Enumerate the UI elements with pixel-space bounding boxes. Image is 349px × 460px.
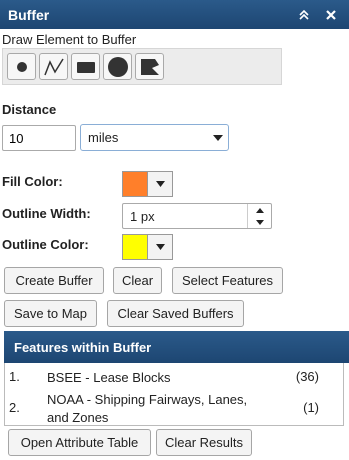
circle-tool[interactable]: [103, 53, 132, 80]
spin-up-icon[interactable]: [248, 204, 271, 216]
fill-color-picker[interactable]: [122, 171, 173, 197]
point-tool[interactable]: [7, 53, 36, 80]
close-icon[interactable]: [322, 6, 340, 24]
distance-label: Distance: [2, 102, 57, 117]
list-item-name: BSEE - Lease Blocks: [47, 370, 171, 385]
create-buffer-button[interactable]: Create Buffer: [4, 267, 104, 294]
outline-width-label: Outline Width:: [2, 206, 91, 221]
panel-title: Buffer: [8, 6, 50, 23]
clear-saved-buffers-button[interactable]: Clear Saved Buffers: [107, 300, 244, 327]
panel-header: Buffer: [0, 0, 349, 29]
chevron-down-icon: [148, 234, 173, 260]
units-select[interactable]: miles: [80, 124, 229, 151]
polyline-tool[interactable]: [39, 53, 68, 80]
rectangle-icon: [76, 61, 95, 73]
outline-color-picker[interactable]: [122, 234, 173, 260]
polygon-tool[interactable]: [135, 53, 164, 80]
clear-button[interactable]: Clear: [113, 267, 162, 294]
rectangle-tool[interactable]: [71, 53, 100, 80]
dropdown-arrow-icon: [208, 134, 228, 141]
draw-toolbar: [2, 48, 282, 85]
list-item-count: (1): [303, 400, 319, 415]
clear-results-button[interactable]: Clear Results: [156, 429, 252, 456]
polyline-icon: [43, 58, 64, 75]
list-item-count: (36): [295, 369, 319, 384]
save-to-map-button[interactable]: Save to Map: [4, 300, 97, 327]
select-features-button[interactable]: Select Features: [172, 267, 283, 294]
outline-width-value: 1 px: [130, 208, 155, 224]
chevron-down-icon: [148, 171, 173, 197]
double-chevron-up-icon[interactable]: [295, 6, 313, 24]
spin-down-icon[interactable]: [248, 216, 271, 228]
list-item-number: 1.: [9, 369, 20, 384]
outline-color-swatch: [122, 234, 148, 260]
fill-color-label: Fill Color:: [2, 174, 63, 189]
outline-width-spinner[interactable]: 1 px: [122, 203, 272, 229]
point-icon: [16, 61, 27, 72]
fill-color-swatch: [122, 171, 148, 197]
open-attribute-table-button[interactable]: Open Attribute Table: [8, 429, 151, 456]
distance-input[interactable]: [2, 125, 76, 151]
features-header: Features within Buffer: [4, 331, 349, 363]
features-list: 1. BSEE - Lease Blocks (36) 2. NOAA - Sh…: [4, 363, 344, 426]
list-item-name: NOAA - Shipping Fairways, Lanes, and Zon…: [47, 392, 248, 425]
units-select-value: miles: [88, 130, 119, 145]
list-item-number: 2.: [9, 400, 20, 415]
draw-element-label: Draw Element to Buffer: [2, 32, 137, 47]
outline-color-label: Outline Color:: [2, 237, 89, 252]
polygon-icon: [140, 58, 159, 75]
circle-icon: [107, 56, 128, 77]
